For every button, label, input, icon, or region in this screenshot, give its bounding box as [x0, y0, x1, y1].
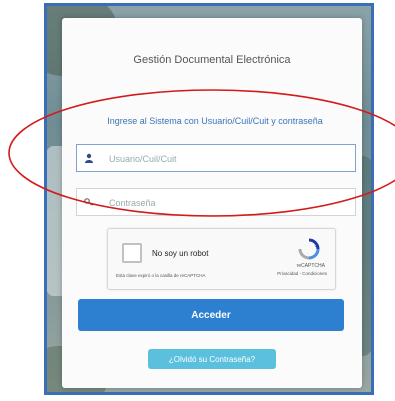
recaptcha-brand: reCAPTCHA: [296, 263, 325, 269]
app-title: Gestión Documental Electrónica: [133, 54, 291, 66]
username-field[interactable]: [76, 144, 356, 172]
recaptcha-terms-link[interactable]: Privacidad - Condiciones: [277, 271, 327, 276]
password-field[interactable]: [76, 188, 356, 216]
recaptcha-note: Esta clave expiró o la casilla de reCAPT…: [116, 273, 206, 278]
login-button[interactable]: Acceder: [78, 299, 344, 331]
user-icon: [77, 145, 101, 171]
recaptcha-checkbox[interactable]: [122, 243, 142, 263]
login-card: Gestión Documental Electrónica Ingrese a…: [62, 18, 362, 388]
recaptcha-logo-icon: [297, 237, 321, 261]
login-instructions: Ingrese al Sistema con Usuario/Cuil/Cuit…: [107, 116, 323, 126]
key-icon: [77, 189, 101, 215]
recaptcha-widget: No soy un robot Esta clave expiró o la c…: [107, 228, 336, 290]
forgot-password-button[interactable]: ¿Olvidó su Contraseña?: [148, 349, 276, 369]
password-input[interactable]: [107, 193, 351, 213]
recaptcha-label: No soy un robot: [152, 249, 209, 258]
username-input[interactable]: [107, 149, 351, 169]
